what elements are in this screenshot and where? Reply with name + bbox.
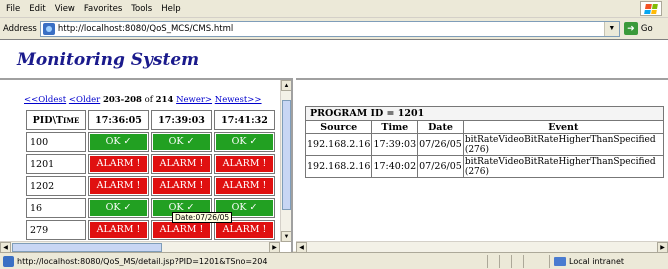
address-url[interactable]: http://localhost:8080/QoS_MCS/CMS.html <box>58 24 233 34</box>
address-bar: Address http://localhost:8080/QoS_MCS/CM… <box>0 19 668 38</box>
status-cell <box>523 254 535 268</box>
address-label: Address <box>3 23 37 34</box>
scroll-left-icon[interactable]: ◀ <box>0 242 11 252</box>
zone-label: Local intranet <box>569 256 625 266</box>
page-range: 203-208 <box>102 95 142 105</box>
table-row: 16 OK ✓ OK ✓ OK ✓ <box>26 198 275 218</box>
left-frame: <<Oldest <Older 203-208 of 214 Newer> Ne… <box>0 78 293 252</box>
page-content: Monitoring System <<Oldest <Older 203-20… <box>0 39 668 252</box>
grid-header-row: PID\Time 17:36:05 17:39:03 17:41:32 <box>26 110 275 130</box>
status-ok-button[interactable]: OK ✓ <box>90 134 147 150</box>
time-header: 17:39:03 <box>151 110 212 130</box>
of-text: of <box>144 95 153 105</box>
status-alarm-button[interactable]: ALARM ! <box>90 178 147 194</box>
status-ok-button[interactable]: OK ✓ <box>216 134 273 150</box>
table-row: 279 ALARM ! ALARM ! ALARM ! <box>26 220 275 240</box>
older-link[interactable]: <Older <box>69 95 100 105</box>
column-header: Event <box>462 120 664 134</box>
vertical-scrollbar[interactable]: ▲ ▼ <box>280 80 291 242</box>
scroll-thumb[interactable] <box>282 100 291 210</box>
address-input[interactable]: http://localhost:8080/QoS_MCS/CMS.html ▼ <box>39 20 620 37</box>
page-header: Monitoring System <box>0 40 668 78</box>
time-header: 17:36:05 <box>88 110 149 130</box>
menu-edit[interactable]: Edit <box>29 4 45 14</box>
menu-favorites[interactable]: Favorites <box>84 4 122 14</box>
grid-corner-header: PID\Time <box>26 110 86 130</box>
table-row: 1202 ALARM ! ALARM ! ALARM ! <box>26 176 275 196</box>
date-cell: 07/26/05 <box>417 133 464 156</box>
status-alarm-button[interactable]: ALARM ! <box>153 222 210 238</box>
pid-cell: 1202 <box>26 176 86 196</box>
status-cell <box>487 254 499 268</box>
oldest-link[interactable]: <<Oldest <box>24 95 66 105</box>
chevron-down-icon[interactable]: ▼ <box>603 21 619 36</box>
event-cell: bitRateVideoBitRateHigherThanSpecified (… <box>462 155 664 178</box>
status-cell <box>499 254 511 268</box>
column-header: Time <box>371 120 419 134</box>
status-bar: http://localhost:8080/QoS_MS/detail.jsp?… <box>0 252 668 269</box>
status-alarm-button[interactable]: ALARM ! <box>153 178 210 194</box>
time-cell: 17:40:02 <box>371 155 419 178</box>
status-cell <box>511 254 523 268</box>
newest-link[interactable]: Newest>> <box>215 95 262 105</box>
program-event-table: PROGRAM ID = 1201 Source Time Date Event… <box>304 106 664 178</box>
status-alarm-button[interactable]: ALARM ! <box>90 222 147 238</box>
menu-bar: File Edit View Favorites Tools Help <box>0 0 668 18</box>
scroll-down-icon[interactable]: ▼ <box>281 231 291 242</box>
pid-cell: 279 <box>26 220 86 240</box>
time-cell: 17:39:03 <box>371 133 419 156</box>
status-url: http://localhost:8080/QoS_MS/detail.jsp?… <box>17 256 268 266</box>
date-tooltip: Date:07/26/05 <box>172 212 233 223</box>
horizontal-scrollbar[interactable]: ◀ ▶ <box>0 241 280 252</box>
menu-help[interactable]: Help <box>161 4 180 14</box>
scroll-right-icon[interactable]: ▶ <box>657 242 668 252</box>
pid-cell: 100 <box>26 132 86 152</box>
right-frame: PROGRAM ID = 1201 Source Time Date Event… <box>296 78 668 252</box>
table-row: 100 OK ✓ OK ✓ OK ✓ <box>26 132 275 152</box>
table-row: 192.168.2.16 17:40:02 07/26/05 bitRateVi… <box>304 155 664 178</box>
newer-link[interactable]: Newer> <box>176 95 212 105</box>
table-header-row: Source Time Date Event <box>304 120 664 134</box>
column-header: Date <box>417 120 464 134</box>
pid-cell: 1201 <box>26 154 86 174</box>
total-count: 214 <box>155 95 174 105</box>
program-title: PROGRAM ID = 1201 <box>305 106 664 121</box>
status-alarm-button[interactable]: ALARM ! <box>216 222 273 238</box>
horizontal-scrollbar[interactable]: ◀ ▶ <box>296 241 668 252</box>
go-arrow-icon: ➜ <box>623 22 638 35</box>
go-button[interactable]: ➜ Go <box>623 22 653 35</box>
scroll-up-icon[interactable]: ▲ <box>281 80 291 91</box>
pagination-nav: <<Oldest <Older 203-208 of 214 Newer> Ne… <box>24 95 262 105</box>
page-icon <box>3 255 14 267</box>
status-alarm-button[interactable]: ALARM ! <box>216 178 273 194</box>
column-header: Source <box>304 120 373 134</box>
scroll-thumb[interactable] <box>12 243 162 252</box>
page-title: Monitoring System <box>17 50 200 70</box>
go-label: Go <box>640 23 653 34</box>
page-icon <box>42 22 55 35</box>
scroll-left-icon[interactable]: ◀ <box>296 242 307 252</box>
security-zone: Local intranet <box>549 254 625 268</box>
date-cell: 07/26/05 <box>417 155 464 178</box>
scroll-right-icon[interactable]: ▶ <box>269 242 280 252</box>
event-cell: bitRateVideoBitRateHigherThanSpecified (… <box>462 133 664 156</box>
status-grid: PID\Time 17:36:05 17:39:03 17:41:32 100 … <box>24 108 277 242</box>
status-alarm-button[interactable]: ALARM ! <box>90 156 147 172</box>
windows-logo-icon <box>640 1 662 16</box>
status-ok-button[interactable]: OK ✓ <box>90 200 147 216</box>
source-cell: 192.168.2.16 <box>304 155 373 178</box>
status-alarm-button[interactable]: ALARM ! <box>216 156 273 172</box>
table-row: 192.168.2.16 17:39:03 07/26/05 bitRateVi… <box>304 133 664 156</box>
status-alarm-button[interactable]: ALARM ! <box>153 156 210 172</box>
menu-view[interactable]: View <box>55 4 75 14</box>
source-cell: 192.168.2.16 <box>304 133 373 156</box>
time-header: 17:41:32 <box>214 110 275 130</box>
menu-tools[interactable]: Tools <box>131 4 152 14</box>
intranet-icon <box>554 256 566 266</box>
pid-cell: 16 <box>26 198 86 218</box>
status-ok-button[interactable]: OK ✓ <box>153 134 210 150</box>
menu-file[interactable]: File <box>6 4 20 14</box>
table-row: 1201 ALARM ! ALARM ! ALARM ! <box>26 154 275 174</box>
